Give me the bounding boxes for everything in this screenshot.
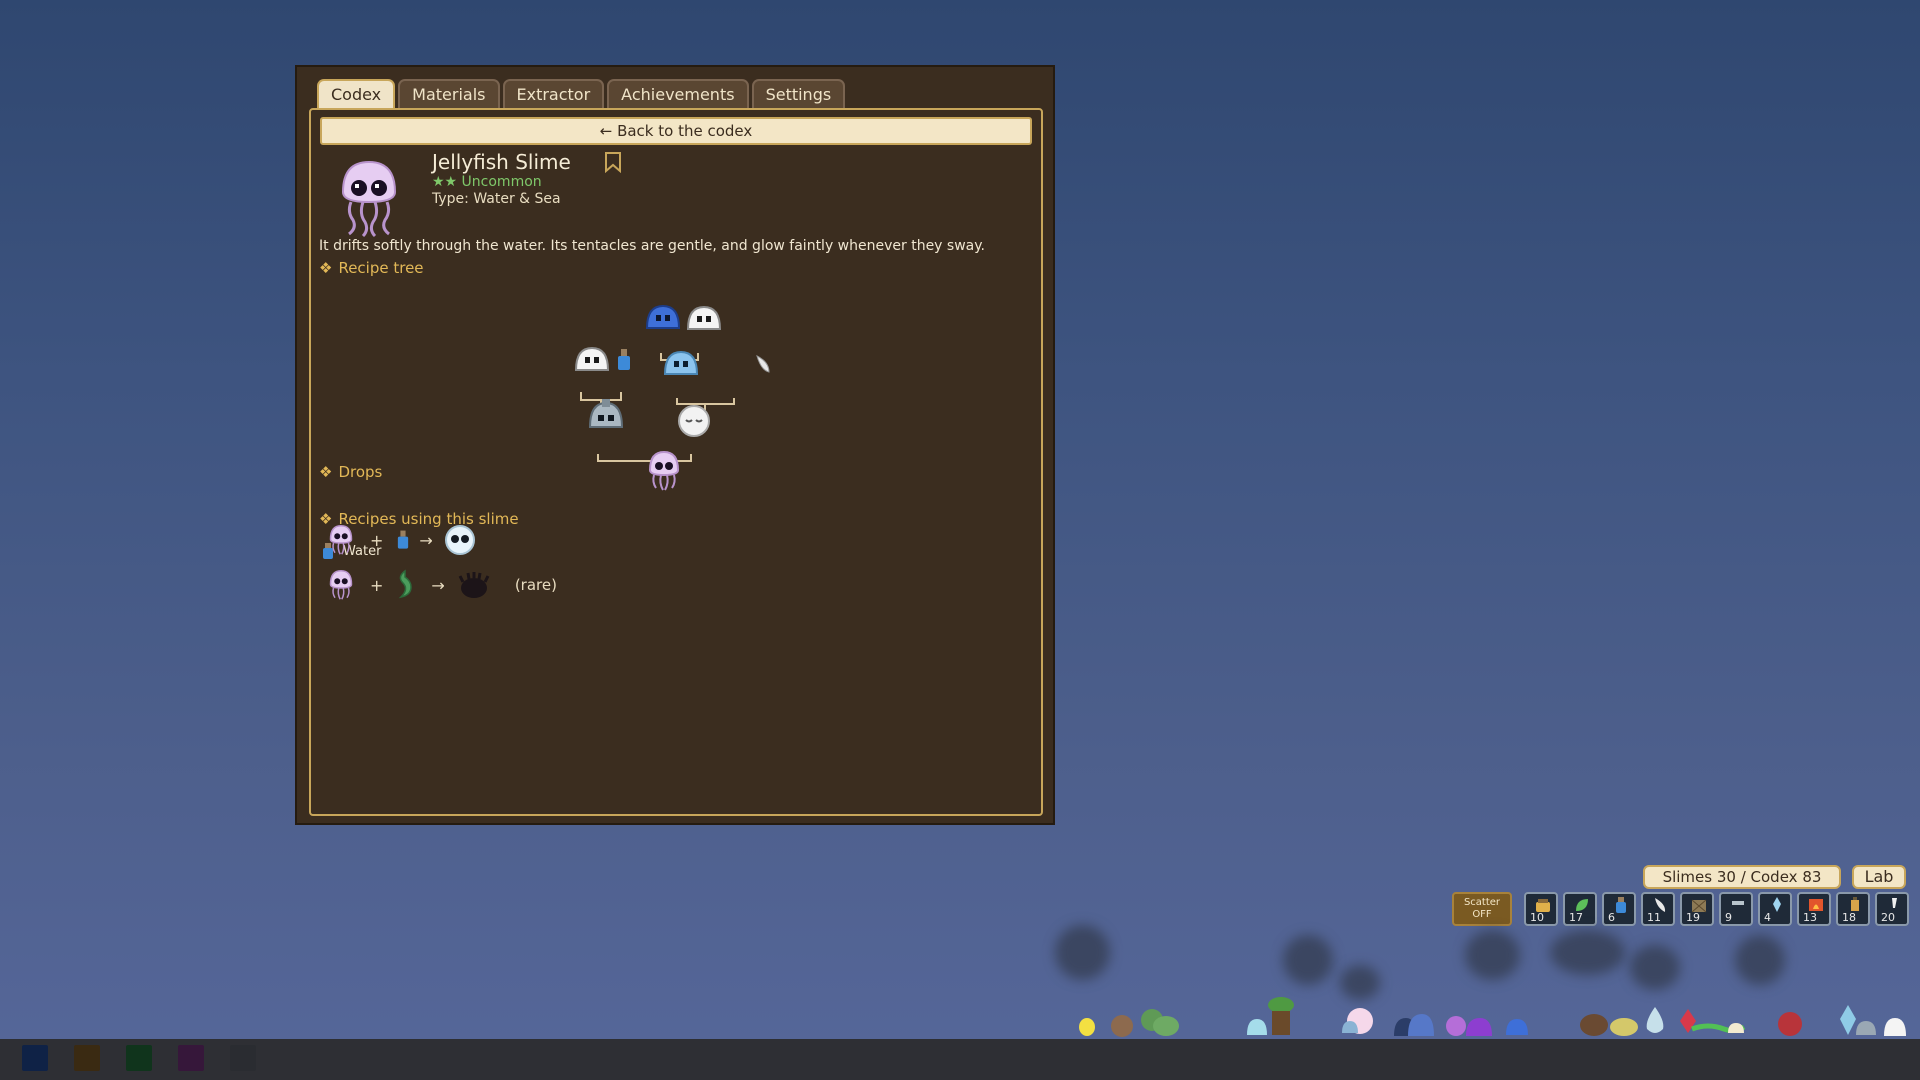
- blue-slime-icon[interactable]: [1392, 1010, 1436, 1038]
- scatter-state: OFF: [1472, 909, 1492, 920]
- crystal-slime-icon[interactable]: [1838, 1003, 1882, 1037]
- serpent-slime-icon[interactable]: [1678, 1005, 1748, 1037]
- jellyfish-slime-icon: [648, 450, 680, 491]
- slime-name: Jellyfish Slime: [432, 150, 571, 174]
- inventory-slot-leaf[interactable]: 17: [1563, 892, 1597, 926]
- water-bottle-icon: [398, 530, 409, 549]
- floating-slime-shadow: [1340, 965, 1380, 1000]
- taskbar-swatch-green[interactable]: [126, 1045, 152, 1071]
- red-slime-icon[interactable]: [1775, 1005, 1805, 1037]
- light-blue-slime-icon: [663, 350, 699, 375]
- inventory-slot-stone[interactable]: 9: [1719, 892, 1753, 926]
- tab-achievements[interactable]: Achievements: [607, 79, 749, 109]
- tab-extractor[interactable]: Extractor: [502, 79, 605, 109]
- type-label: Type: Water & Sea: [432, 191, 561, 207]
- plus-sign: +: [370, 575, 384, 595]
- inventory-slot-feather[interactable]: 11: [1641, 892, 1675, 926]
- blue-slime-icon: [645, 304, 681, 329]
- white-slime-icon: [686, 305, 722, 330]
- taskbar-swatch-brown[interactable]: [74, 1045, 100, 1071]
- jellyfish-slime-portrait: [341, 160, 397, 238]
- purple-slime-icon[interactable]: [1444, 1010, 1494, 1038]
- jellyfish-slime-icon: [329, 524, 353, 555]
- lemon-slime-icon[interactable]: [1077, 1010, 1097, 1038]
- recipe-row[interactable]: + → (rare): [326, 565, 557, 605]
- arrow-sign: →: [419, 530, 433, 550]
- inventory-slot-bone[interactable]: 20: [1875, 892, 1909, 926]
- inventory-slot-crate[interactable]: 19: [1680, 892, 1714, 926]
- codex-panel: Codex Materials Extractor Achievements S…: [295, 65, 1055, 825]
- floating-slime-shadow: [1550, 930, 1625, 975]
- taskbar-swatch-gray[interactable]: [230, 1045, 256, 1071]
- inventory-slot-crystal[interactable]: 4: [1758, 892, 1792, 926]
- inventory-slot-lantern[interactable]: 18: [1836, 892, 1870, 926]
- inventory-slot-water[interactable]: 6: [1602, 892, 1636, 926]
- floating-slime-shadow: [1630, 945, 1680, 990]
- lab-button[interactable]: Lab: [1852, 865, 1906, 889]
- urchin-slime-icon: [458, 572, 490, 598]
- inventory-slot-honey[interactable]: 10: [1524, 892, 1558, 926]
- ghost-slime-icon[interactable]: [1882, 1010, 1908, 1038]
- tree-slime-icon[interactable]: [1265, 995, 1297, 1037]
- seaweed-icon: [399, 569, 413, 599]
- water-drop-slime-icon[interactable]: [1643, 1005, 1667, 1037]
- mud-slime-icon[interactable]: [1578, 1008, 1642, 1038]
- drops-heading: ❖ Drops: [319, 463, 383, 481]
- codex-content: ← Back to the codex Jellyfish Slime ★★ U…: [309, 108, 1043, 816]
- cookie-slime-icon[interactable]: [1108, 1010, 1136, 1038]
- tab-materials[interactable]: Materials: [398, 79, 500, 109]
- water-bottle-icon: [618, 349, 630, 370]
- moss-slime-icon[interactable]: [1138, 1002, 1180, 1038]
- armored-slime-icon: [588, 399, 624, 428]
- taskbar-swatch-navy[interactable]: [22, 1045, 48, 1071]
- plus-sign: +: [370, 530, 384, 550]
- tab-bar: Codex Materials Extractor Achievements S…: [317, 79, 846, 109]
- diamond-bullet-icon: ❖: [319, 463, 333, 481]
- taskbar-swatch-purple[interactable]: [178, 1045, 204, 1071]
- floating-slime-shadow: [1465, 930, 1520, 980]
- back-to-codex-button[interactable]: ← Back to the codex: [320, 117, 1032, 145]
- slime-codex-counter: Slimes 30 / Codex 83: [1643, 865, 1841, 889]
- inventory-slot-fire[interactable]: 13: [1797, 892, 1831, 926]
- taskbar: [0, 1039, 1920, 1080]
- scatter-label: Scatter: [1463, 897, 1501, 908]
- bubble-slime-icon: [444, 525, 475, 555]
- floating-slime-shadow: [1735, 935, 1785, 985]
- floating-slime-shadow: [1283, 935, 1333, 985]
- tab-settings[interactable]: Settings: [751, 79, 846, 109]
- recipe-row[interactable]: + →: [326, 520, 477, 560]
- slime-description: It drifts softly through the water. Its …: [319, 238, 985, 254]
- pink-slime-icon[interactable]: [1338, 1003, 1374, 1037]
- white-slime-icon: [574, 346, 610, 371]
- feather-icon: [756, 355, 770, 373]
- tab-codex[interactable]: Codex: [317, 79, 396, 109]
- floating-slime-shadow: [1055, 925, 1110, 980]
- scatter-toggle-button[interactable]: Scatter OFF: [1452, 892, 1512, 926]
- jellyfish-slime-icon: [329, 569, 353, 600]
- rare-note: (rare): [514, 576, 557, 594]
- bookmark-icon[interactable]: [604, 151, 622, 173]
- cloud-slime-icon: [678, 405, 710, 437]
- arrow-sign: →: [431, 575, 445, 595]
- rarity-label: ★★ Uncommon: [432, 174, 542, 190]
- blue-slime-icon[interactable]: [1504, 1015, 1530, 1037]
